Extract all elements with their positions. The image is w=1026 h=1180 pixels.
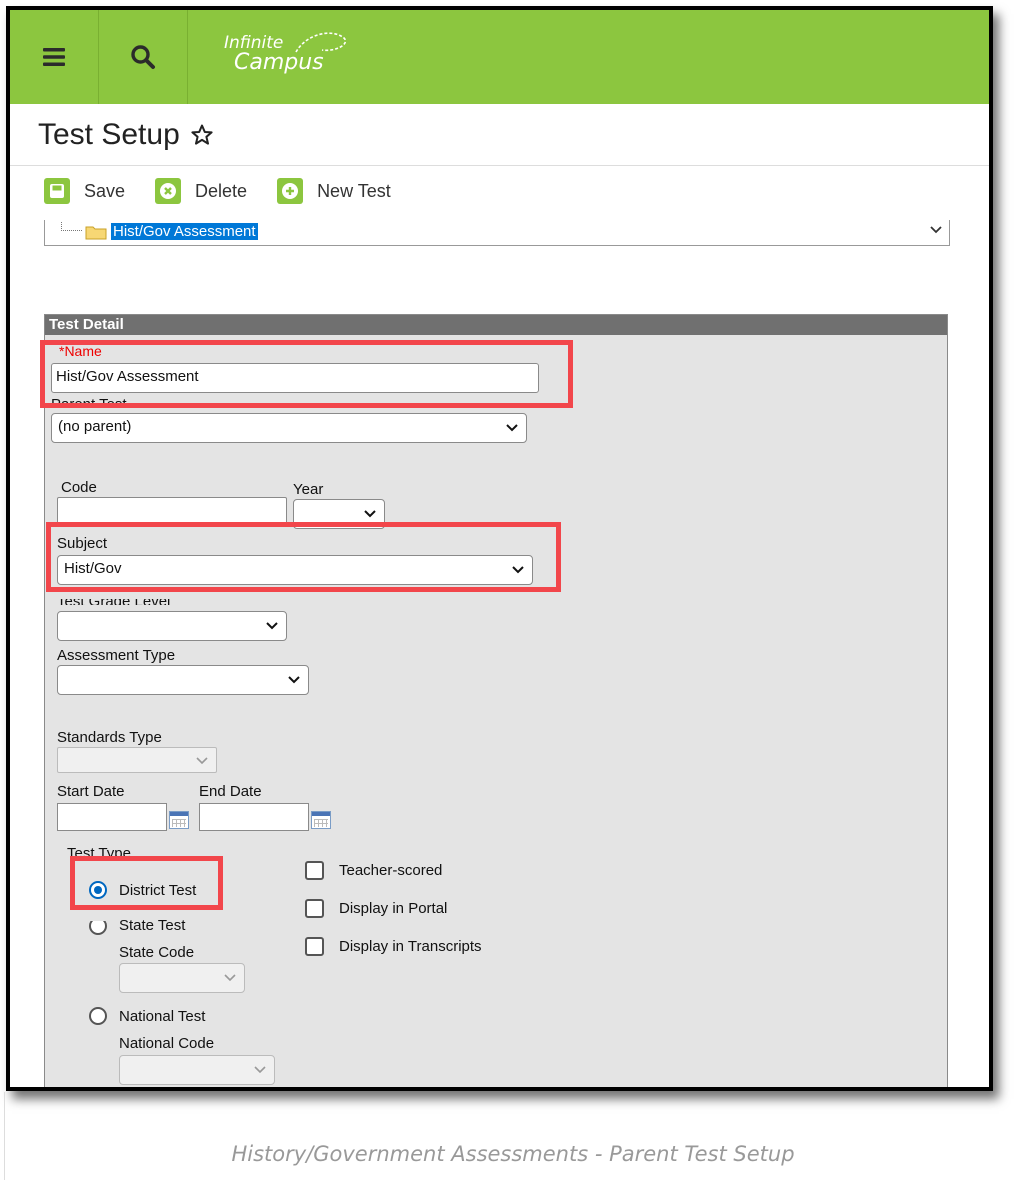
parent-test-value: (no parent) <box>58 418 132 435</box>
end-date-label: End Date <box>199 783 262 800</box>
calendar-icon[interactable] <box>169 811 189 829</box>
end-date-input[interactable] <box>199 803 309 831</box>
page-title: Test Setup <box>38 118 214 152</box>
title-divider <box>10 165 989 166</box>
chevron-down-icon <box>196 757 208 765</box>
test-detail-panel: Test Detail *Name Hist/Gov Assessment Pa… <box>44 314 948 1087</box>
action-toolbar: Save Delete New Test <box>44 178 391 204</box>
save-label: Save <box>84 180 126 201</box>
chevron-down-icon <box>364 510 376 518</box>
page-title-text: Test Setup <box>38 118 180 151</box>
teacher-scored-label[interactable]: Teacher-scored <box>339 862 442 879</box>
screenshot-frame: Infinite Campus Test Setup Save Delete N… <box>6 6 993 1091</box>
hamburger-icon <box>43 48 65 66</box>
chevron-down-icon <box>506 424 518 432</box>
display-in-transcripts-label[interactable]: Display in Transcripts <box>339 938 482 955</box>
section-header: Test Detail <box>45 315 947 335</box>
year-label: Year <box>293 481 324 498</box>
delete-label: Delete <box>195 180 248 201</box>
display-in-portal-label[interactable]: Display in Portal <box>339 900 447 917</box>
calendar-icon[interactable] <box>311 811 331 829</box>
save-icon <box>44 178 70 204</box>
highlight-district-test <box>70 856 223 910</box>
add-icon <box>277 178 304 204</box>
chevron-down-icon <box>224 974 236 982</box>
menu-button[interactable] <box>10 10 99 104</box>
parent-test-select[interactable]: (no parent) <box>51 413 527 443</box>
assessment-type-label: Assessment Type <box>57 647 176 664</box>
tree-connector <box>61 222 82 231</box>
figure-caption: History/Government Assessments - Parent … <box>231 1142 795 1166</box>
top-navigation-bar: Infinite Campus <box>10 10 989 104</box>
highlight-subject-field <box>46 522 561 592</box>
new-test-button[interactable]: New Test <box>277 178 391 204</box>
save-button[interactable]: Save <box>44 178 125 204</box>
test-grade-level-label: Test Grade Level <box>57 599 170 605</box>
state-code-select <box>119 963 245 993</box>
new-test-label: New Test <box>317 180 391 201</box>
national-test-label[interactable]: National Test <box>119 1008 205 1025</box>
test-tree-selector[interactable]: Hist/Gov Assessment <box>44 220 950 246</box>
chevron-down-icon <box>288 676 300 684</box>
tree-selected-item[interactable]: Hist/Gov Assessment <box>111 223 258 240</box>
favorite-star-icon[interactable] <box>190 123 214 147</box>
code-label: Code <box>61 479 97 496</box>
search-button[interactable] <box>99 10 188 104</box>
display-in-portal-checkbox[interactable] <box>305 899 324 918</box>
standards-type-select <box>57 747 217 773</box>
logo-swoosh-icon <box>295 32 347 53</box>
delete-button[interactable]: Delete <box>155 178 247 204</box>
display-in-transcripts-checkbox[interactable] <box>305 937 324 956</box>
chevron-down-icon[interactable] <box>929 223 943 237</box>
infinite-campus-logo[interactable]: Infinite Campus <box>224 32 347 74</box>
state-test-label[interactable]: State Test <box>119 917 185 934</box>
start-date-input[interactable] <box>57 803 167 831</box>
start-date-label: Start Date <box>57 783 125 800</box>
chevron-down-icon <box>266 622 278 630</box>
teacher-scored-checkbox[interactable] <box>305 861 324 880</box>
delete-icon <box>155 178 182 204</box>
page-edge <box>4 1092 5 1180</box>
folder-icon <box>85 226 107 240</box>
highlight-name-field <box>40 340 573 408</box>
state-test-radio[interactable] <box>89 921 107 935</box>
national-test-radio[interactable] <box>89 1007 107 1025</box>
national-code-label: National Code <box>119 1035 215 1052</box>
national-code-select <box>119 1055 275 1085</box>
standards-type-label: Standards Type <box>57 729 162 746</box>
search-icon <box>131 45 155 69</box>
assessment-type-select[interactable] <box>57 665 309 695</box>
test-grade-level-select[interactable] <box>57 611 287 641</box>
state-code-label: State Code <box>119 944 195 961</box>
chevron-down-icon <box>254 1066 266 1074</box>
